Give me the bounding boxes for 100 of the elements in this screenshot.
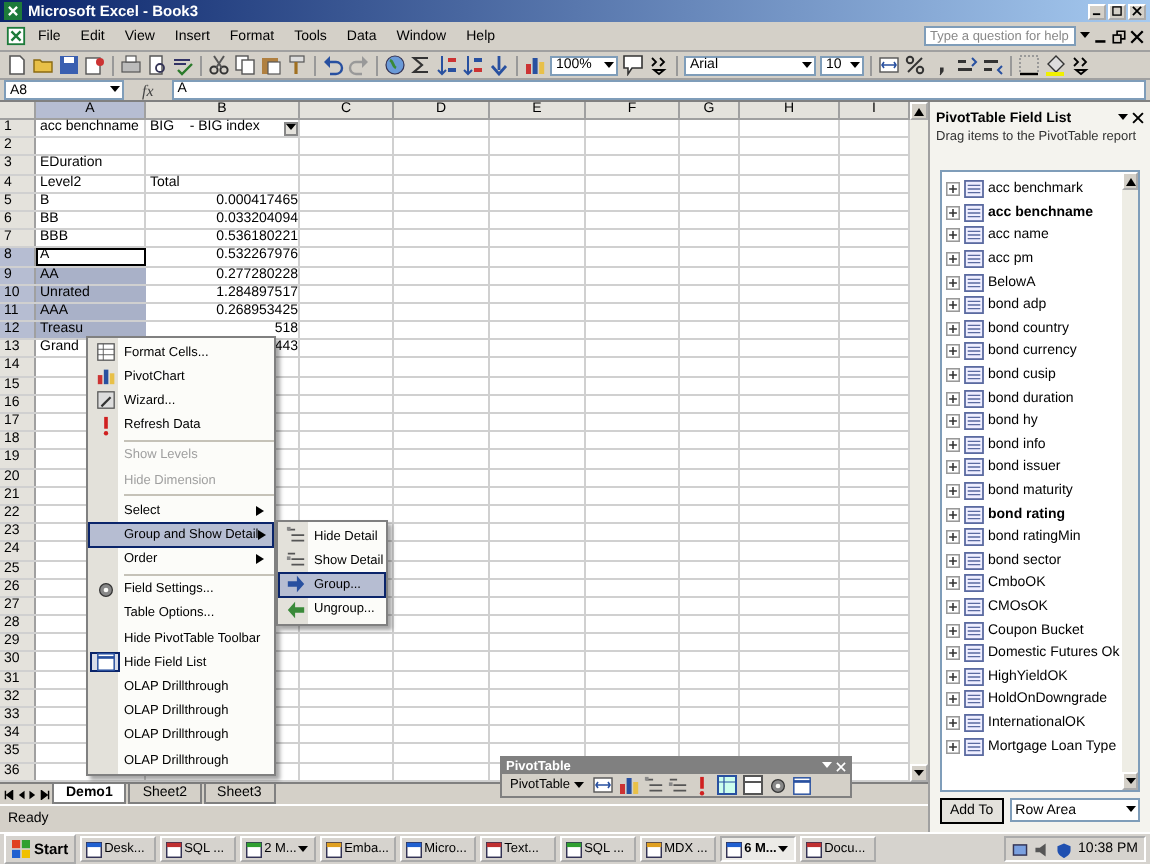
expand-icon[interactable] xyxy=(946,298,960,313)
outline-icon[interactable] xyxy=(644,775,664,795)
field-icon[interactable] xyxy=(964,644,984,663)
toolbar-options-icon[interactable] xyxy=(1070,54,1092,76)
pane-menu-icon[interactable] xyxy=(1118,114,1128,122)
expand-icon[interactable] xyxy=(946,599,960,614)
help-icon[interactable] xyxy=(622,54,644,76)
field-icon[interactable] xyxy=(964,713,984,732)
expand-icon[interactable] xyxy=(946,252,960,267)
sort-ascending-icon[interactable] xyxy=(436,54,458,76)
field-icon[interactable] xyxy=(964,203,984,222)
field-icon[interactable] xyxy=(964,551,984,570)
outline-icon[interactable] xyxy=(668,775,688,795)
down-arrow-icon[interactable] xyxy=(914,769,924,777)
field-icon[interactable] xyxy=(964,737,984,756)
outline-icon[interactable] xyxy=(285,550,305,571)
expand-icon[interactable] xyxy=(946,623,960,638)
expand-icon[interactable] xyxy=(946,484,960,499)
up-arrow-icon[interactable] xyxy=(914,107,924,115)
increase-decimal-icon[interactable] xyxy=(956,54,978,76)
globe-icon[interactable] xyxy=(384,54,406,76)
field-icon[interactable] xyxy=(964,226,984,245)
function-button[interactable]: fx xyxy=(132,81,164,99)
workbook-icon[interactable] xyxy=(6,26,26,46)
network-icon[interactable] xyxy=(1012,841,1029,857)
expand-icon[interactable] xyxy=(946,739,960,754)
format-report-icon[interactable] xyxy=(592,774,614,796)
expand-icon[interactable] xyxy=(946,437,960,452)
caret-icon[interactable] xyxy=(850,61,860,69)
expand-icon[interactable] xyxy=(946,646,960,661)
speaker-icon[interactable] xyxy=(1034,841,1051,857)
field-icon[interactable] xyxy=(964,435,984,454)
close-icon[interactable] xyxy=(1130,29,1144,43)
expand-icon[interactable] xyxy=(946,344,960,359)
grid-icon[interactable] xyxy=(716,774,738,796)
chart-icon[interactable] xyxy=(524,54,546,76)
up-arrow-icon[interactable] xyxy=(1125,177,1135,185)
field-icon[interactable] xyxy=(964,482,984,501)
field-icon[interactable] xyxy=(964,621,984,640)
caret-icon[interactable] xyxy=(802,61,812,69)
sort-descending-icon[interactable] xyxy=(462,54,484,76)
autosum-icon[interactable] xyxy=(410,54,432,76)
bar-chart-icon[interactable] xyxy=(95,366,115,387)
close-icon[interactable] xyxy=(1132,112,1144,124)
expand-icon[interactable] xyxy=(946,321,960,336)
toolbar-menu-icon[interactable] xyxy=(822,762,832,770)
toolbar-options-icon[interactable] xyxy=(648,54,670,76)
print-icon[interactable] xyxy=(120,54,142,76)
caret-icon[interactable] xyxy=(298,845,309,853)
minimize-button[interactable] xyxy=(1088,3,1106,19)
field-icon[interactable] xyxy=(964,180,984,199)
expand-icon[interactable] xyxy=(946,228,960,243)
cut-icon[interactable] xyxy=(208,54,230,76)
borders-icon[interactable] xyxy=(1018,54,1040,76)
first-sheet-icon[interactable] xyxy=(4,789,14,799)
expand-icon[interactable] xyxy=(946,692,960,707)
expand-icon[interactable] xyxy=(946,460,960,475)
expand-icon[interactable] xyxy=(946,715,960,730)
field-icon[interactable] xyxy=(964,528,984,547)
table-icon[interactable] xyxy=(742,774,764,796)
help-dropdown-icon[interactable] xyxy=(1080,32,1090,40)
expand-icon[interactable] xyxy=(946,414,960,429)
field-icon[interactable] xyxy=(964,296,984,315)
field-icon[interactable] xyxy=(964,690,984,709)
decrease-decimal-icon[interactable] xyxy=(982,54,1004,76)
restore-icon[interactable] xyxy=(1112,29,1126,43)
expand-icon[interactable] xyxy=(946,182,960,197)
new-file-icon[interactable] xyxy=(6,54,28,76)
merge-center-icon[interactable] xyxy=(878,54,900,76)
copy-icon[interactable] xyxy=(234,54,256,76)
expand-icon[interactable] xyxy=(946,530,960,545)
maximize-button[interactable] xyxy=(1108,3,1126,19)
vertical-scrollbar[interactable] xyxy=(910,102,928,782)
field-icon[interactable] xyxy=(964,412,984,431)
previous-sheet-icon[interactable] xyxy=(16,789,26,799)
right-arrow-icon[interactable] xyxy=(285,574,305,595)
field-icon[interactable] xyxy=(964,389,984,408)
outline-icon[interactable] xyxy=(285,526,305,547)
undo-icon[interactable] xyxy=(322,54,344,76)
print-preview-icon[interactable] xyxy=(146,54,168,76)
caret-icon[interactable] xyxy=(1126,806,1136,814)
field-icon[interactable] xyxy=(964,597,984,616)
down-arrow-icon[interactable] xyxy=(1125,777,1135,785)
panel-icon[interactable] xyxy=(792,775,812,795)
last-sheet-icon[interactable] xyxy=(40,789,50,799)
field-icon[interactable] xyxy=(964,574,984,593)
field-list-scrollbar[interactable] xyxy=(1122,172,1138,790)
field-icon[interactable] xyxy=(964,250,984,269)
caret-icon[interactable] xyxy=(604,61,614,69)
expand-icon[interactable] xyxy=(946,205,960,220)
shield-icon[interactable] xyxy=(1056,841,1073,857)
spelling-icon[interactable] xyxy=(172,54,194,76)
expand-icon[interactable] xyxy=(946,553,960,568)
expand-icon[interactable] xyxy=(946,368,960,383)
next-sheet-icon[interactable] xyxy=(28,789,38,799)
expand-icon[interactable] xyxy=(946,391,960,406)
field-icon[interactable] xyxy=(964,458,984,477)
chart-icon[interactable] xyxy=(618,774,640,796)
field-icon[interactable] xyxy=(964,505,984,524)
caret-icon[interactable] xyxy=(110,86,120,94)
